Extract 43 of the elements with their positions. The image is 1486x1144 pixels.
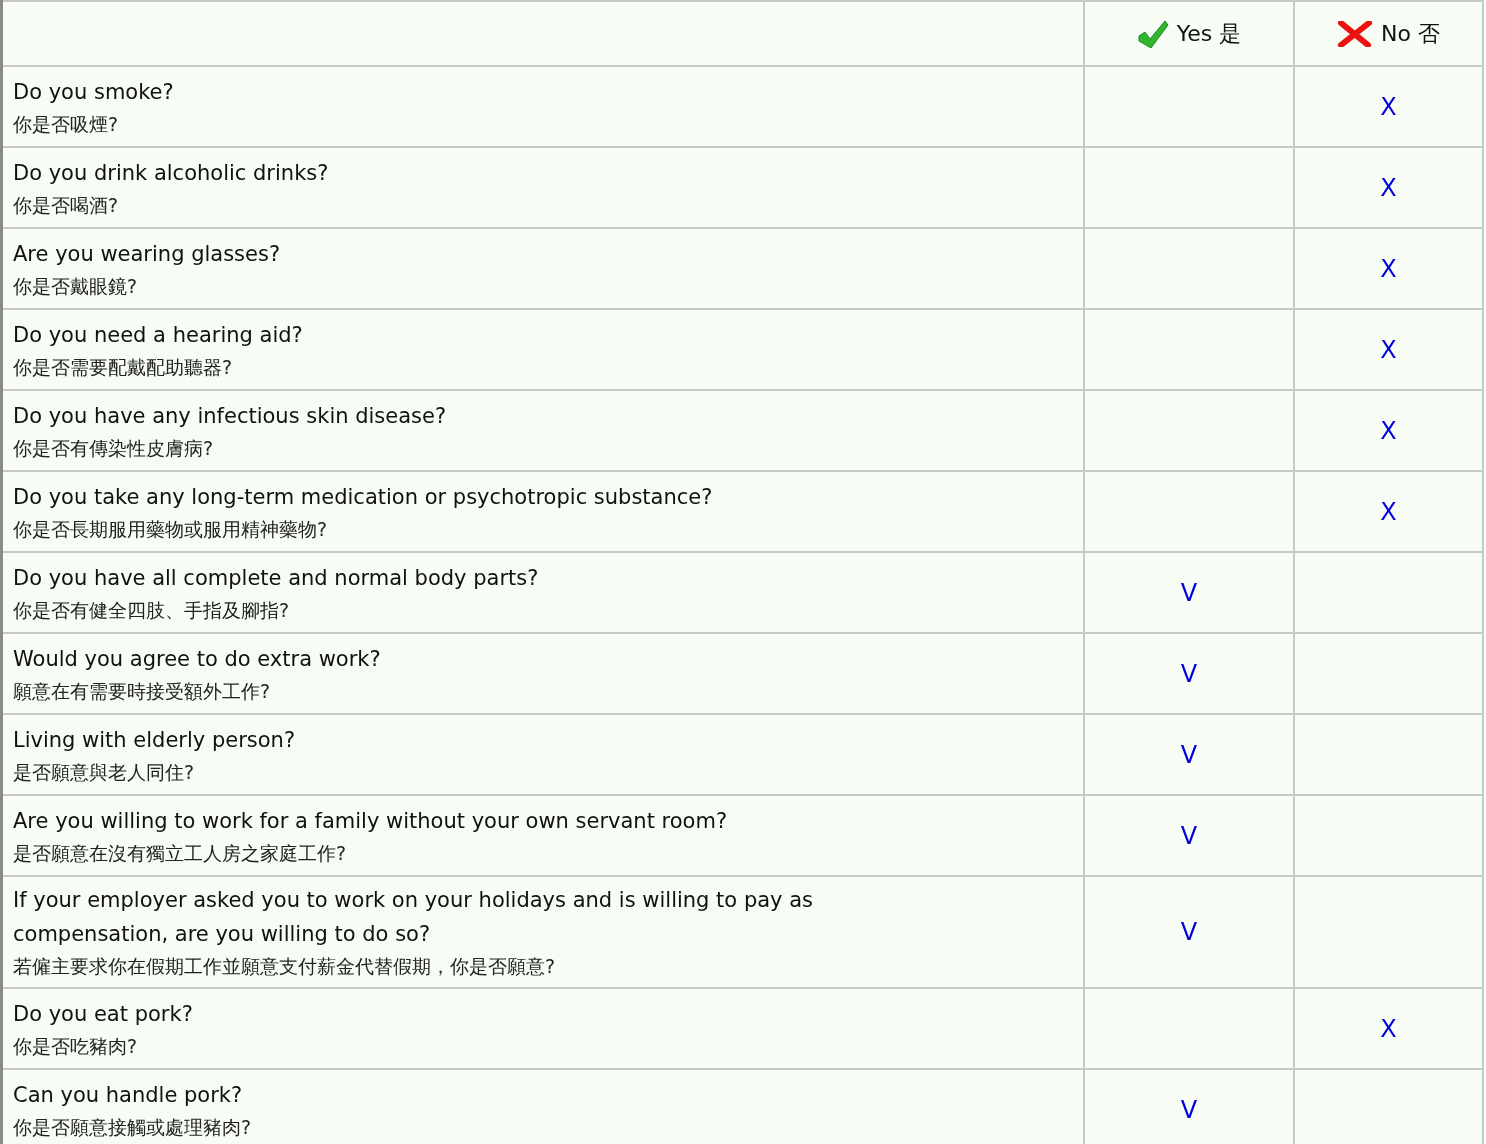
question-chinese: 願意在有需要時接受額外工作? xyxy=(13,678,272,704)
question-english: Do you eat pork? xyxy=(13,1000,194,1028)
question-english: Are you wearing glasses? xyxy=(13,240,282,268)
question-chinese: 你是否有傳染性皮膚病? xyxy=(13,435,215,461)
answer-mark: V xyxy=(1180,578,1198,607)
question-chinese: 你是否吸煙? xyxy=(13,111,120,137)
question-chinese: 你是否需要配戴配助聽器? xyxy=(13,354,234,380)
question-english: Can you handle pork? xyxy=(13,1081,244,1109)
answer-mark: V xyxy=(1180,1095,1198,1124)
question-english: Do you have any infectious skin disease? xyxy=(13,402,448,430)
question-english: Do you have all complete and normal body parts? xyxy=(13,564,540,592)
question-english: Are you willing to work for a family without your own servant room? xyxy=(13,807,729,835)
question-english: Do you drink alcoholic drinks? xyxy=(13,159,330,187)
question-chinese: 你是否戴眼鏡? xyxy=(13,273,139,299)
answer-mark: V xyxy=(1180,918,1198,946)
question-chinese: 是否願意在沒有獨立工人房之家庭工作? xyxy=(13,840,348,866)
question-english: Do you need a hearing aid? xyxy=(13,321,304,349)
question-english: Do you take any long-term medication or psychotropic substance? xyxy=(13,483,714,511)
check-mark-icon xyxy=(1136,18,1169,49)
question-chinese: 你是否願意接觸或處理豬肉? xyxy=(13,1114,253,1140)
answer-mark: X xyxy=(1380,497,1397,526)
question-chinese: 你是否吃豬肉? xyxy=(13,1033,139,1059)
question-chinese: 你是否有健全四肢、手指及腳指? xyxy=(13,597,291,623)
question-chinese: 你是否喝酒? xyxy=(13,192,120,218)
cross-mark-icon xyxy=(1337,20,1374,47)
answer-mark: V xyxy=(1180,659,1198,688)
answer-mark: X xyxy=(1380,254,1397,283)
answer-mark: V xyxy=(1180,740,1198,769)
column-header: Yes 是 xyxy=(1176,19,1242,48)
question-chinese: 你是否長期服用藥物或服用精神藥物? xyxy=(13,516,329,542)
question-chinese: 若僱主要求你在假期工作並願意支付薪金代替假期，你是否願意? xyxy=(13,954,557,979)
question-english: Living with elderly person? xyxy=(13,726,297,754)
question-english: Do you smoke? xyxy=(13,78,175,106)
answer-mark: X xyxy=(1380,92,1397,121)
answer-mark: X xyxy=(1380,335,1397,364)
answer-mark: X xyxy=(1380,173,1397,202)
answer-mark: X xyxy=(1380,1014,1397,1043)
column-header: No 否 xyxy=(1381,19,1440,48)
answer-mark: V xyxy=(1180,821,1198,850)
question-english: If your employer asked you to work on your holidays and is willing to pay as compensation, are you willing to do so? xyxy=(13,887,814,948)
answer-mark: X xyxy=(1380,416,1397,445)
question-chinese: 是否願意與老人同住? xyxy=(13,759,196,785)
question-english: Would you agree to do extra work? xyxy=(13,645,382,673)
